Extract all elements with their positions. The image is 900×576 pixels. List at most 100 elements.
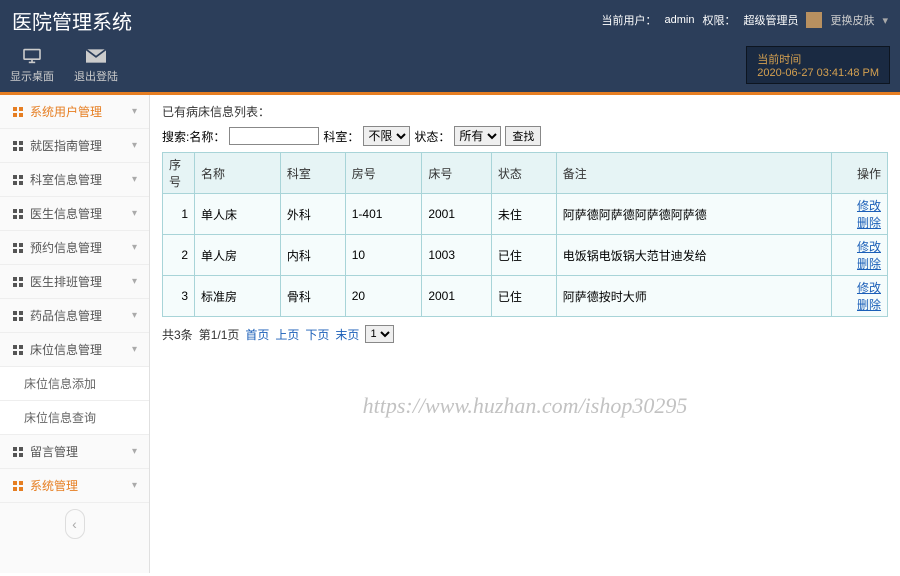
- cell-name: 单人房: [195, 235, 281, 276]
- table-row: 2单人房内科101003已住电饭锅电饭锅大范甘迪发给修改 删除: [163, 235, 888, 276]
- col-3: 房号: [345, 153, 422, 194]
- role-label: 权限：: [702, 12, 735, 28]
- chevron-down-icon: ▾: [132, 480, 137, 491]
- search-label: 搜索:名称：: [162, 128, 225, 145]
- sidebar-item-4[interactable]: 预约信息管理 ▾: [0, 231, 149, 265]
- sidebar-item-label: 系统用户管理: [30, 103, 102, 120]
- pager-page: 第1/1页: [199, 326, 240, 343]
- skin-icon: [806, 12, 822, 28]
- pager-next[interactable]: 下页: [305, 326, 329, 343]
- cell-dept: 骨科: [280, 276, 345, 317]
- dept-label: 科室：: [323, 128, 359, 145]
- edit-link[interactable]: 修改: [857, 240, 881, 254]
- sidebar-item-2[interactable]: 科室信息管理 ▾: [0, 163, 149, 197]
- chevron-down-icon: ▾: [132, 310, 137, 321]
- skin-dropdown-icon[interactable]: ▾: [882, 14, 888, 27]
- submenu-item-1[interactable]: 床位信息查询: [0, 401, 149, 435]
- sidebar-item-label: 科室信息管理: [30, 171, 102, 188]
- pager-select[interactable]: 1: [365, 325, 394, 343]
- edit-link[interactable]: 修改: [857, 199, 881, 213]
- col-7: 操作: [832, 153, 888, 194]
- sidebar-item-label: 留言管理: [30, 443, 78, 460]
- status-label: 状态：: [414, 128, 450, 145]
- sidebar-item-label: 医生排班管理: [30, 273, 102, 290]
- cell-room: 1-401: [345, 194, 422, 235]
- sidebar-item-label: 药品信息管理: [30, 307, 102, 324]
- col-4: 床号: [422, 153, 492, 194]
- cell-remark: 电饭锅电饭锅大范甘迪发给: [556, 235, 831, 276]
- toolbar: 显示桌面 退出登陆 当前时间 2020-06-27 03:41:48 PM: [0, 40, 900, 95]
- delete-link[interactable]: 删除: [857, 216, 881, 230]
- chevron-down-icon: ▾: [132, 276, 137, 287]
- col-5: 状态: [491, 153, 556, 194]
- col-6: 备注: [556, 153, 831, 194]
- cell-dept: 内科: [280, 235, 345, 276]
- cell-op: 修改 删除: [832, 276, 888, 317]
- sidebar-item-label: 医生信息管理: [30, 205, 102, 222]
- search-button[interactable]: 查找: [505, 126, 541, 146]
- cell-op: 修改 删除: [832, 194, 888, 235]
- pager-last[interactable]: 末页: [335, 326, 359, 343]
- cell-bed: 2001: [422, 276, 492, 317]
- desktop-label: 显示桌面: [10, 68, 54, 84]
- app-title: 医院管理系统: [12, 6, 132, 35]
- chevron-down-icon: ▾: [132, 344, 137, 355]
- sidebar-item-label: 床位信息管理: [30, 341, 102, 358]
- content: 已有病床信息列表： 搜索:名称： 科室： 不限 状态： 所有 查找 序号名称科室…: [150, 95, 900, 573]
- pager-first[interactable]: 首页: [245, 326, 269, 343]
- chevron-down-icon: ▾: [132, 208, 137, 219]
- header-right: 当前用户： admin 权限： 超级管理员 更换皮肤 ▾: [602, 12, 889, 28]
- cell-bed: 1003: [422, 235, 492, 276]
- sidebar-item-6[interactable]: 药品信息管理 ▾: [0, 299, 149, 333]
- role-name: 超级管理员: [743, 12, 798, 28]
- sidebar-item-label: 系统管理: [30, 477, 78, 494]
- sidebar-item-9[interactable]: 系统管理 ▾: [0, 469, 149, 503]
- desktop-button[interactable]: 显示桌面: [10, 48, 54, 84]
- status-select[interactable]: 所有: [454, 126, 501, 146]
- user-label: 当前用户：: [602, 12, 657, 28]
- sidebar-item-1[interactable]: 就医指南管理▾: [0, 129, 149, 163]
- sidebar-item-label: 预约信息管理: [30, 239, 102, 256]
- sidebar-item-5[interactable]: 医生排班管理 ▾: [0, 265, 149, 299]
- list-title: 已有病床信息列表：: [162, 103, 888, 120]
- cell-remark: 阿萨德阿萨德阿萨德阿萨德: [556, 194, 831, 235]
- cell-status: 未住: [491, 194, 556, 235]
- cell-room: 20: [345, 276, 422, 317]
- search-input[interactable]: [229, 127, 319, 145]
- col-0: 序号: [163, 153, 195, 194]
- skin-link[interactable]: 更换皮肤: [830, 12, 874, 28]
- edit-link[interactable]: 修改: [857, 281, 881, 295]
- watermark: https://www.huzhan.com/ishop30295: [363, 393, 688, 419]
- pager-total: 共3条: [162, 326, 193, 343]
- sidebar-item-7[interactable]: 床位信息管理 ▾: [0, 333, 149, 367]
- time-label: 当前时间: [757, 51, 879, 67]
- chevron-down-icon: ▾: [132, 174, 137, 185]
- sidebar-item-3[interactable]: 医生信息管理 ▾: [0, 197, 149, 231]
- delete-link[interactable]: 删除: [857, 298, 881, 312]
- envelope-icon: [86, 48, 106, 64]
- chevron-down-icon: ▾: [132, 106, 137, 117]
- submenu-item-0[interactable]: 床位信息添加: [0, 367, 149, 401]
- pager-prev[interactable]: 上页: [275, 326, 299, 343]
- delete-link[interactable]: 删除: [857, 257, 881, 271]
- search-row: 搜索:名称： 科室： 不限 状态： 所有 查找: [162, 126, 888, 146]
- time-value: 2020-06-27 03:41:48 PM: [757, 67, 879, 79]
- logout-button[interactable]: 退出登陆: [74, 48, 118, 84]
- main: 系统用户管理▾就医指南管理▾科室信息管理▾医生信息管理▾预约信息管理▾医生排班管…: [0, 95, 900, 573]
- user-name: admin: [665, 14, 695, 26]
- cell-idx: 2: [163, 235, 195, 276]
- logout-label: 退出登陆: [74, 68, 118, 84]
- sidebar-item-8[interactable]: 留言管理▾: [0, 435, 149, 469]
- cell-op: 修改 删除: [832, 235, 888, 276]
- sidebar-item-0[interactable]: 系统用户管理 ▾: [0, 95, 149, 129]
- table-row: 1单人床外科1-4012001未住阿萨德阿萨德阿萨德阿萨德修改 删除: [163, 194, 888, 235]
- cell-idx: 1: [163, 194, 195, 235]
- chevron-down-icon: ▾: [132, 242, 137, 253]
- sidebar: 系统用户管理▾就医指南管理▾科室信息管理▾医生信息管理▾预约信息管理▾医生排班管…: [0, 95, 150, 573]
- cell-name: 标准房: [195, 276, 281, 317]
- table-row: 3标准房骨科202001已住阿萨德按时大师修改 删除: [163, 276, 888, 317]
- collapse-button[interactable]: ‹: [65, 509, 85, 539]
- cell-dept: 外科: [280, 194, 345, 235]
- dept-select[interactable]: 不限: [363, 126, 410, 146]
- col-2: 科室: [280, 153, 345, 194]
